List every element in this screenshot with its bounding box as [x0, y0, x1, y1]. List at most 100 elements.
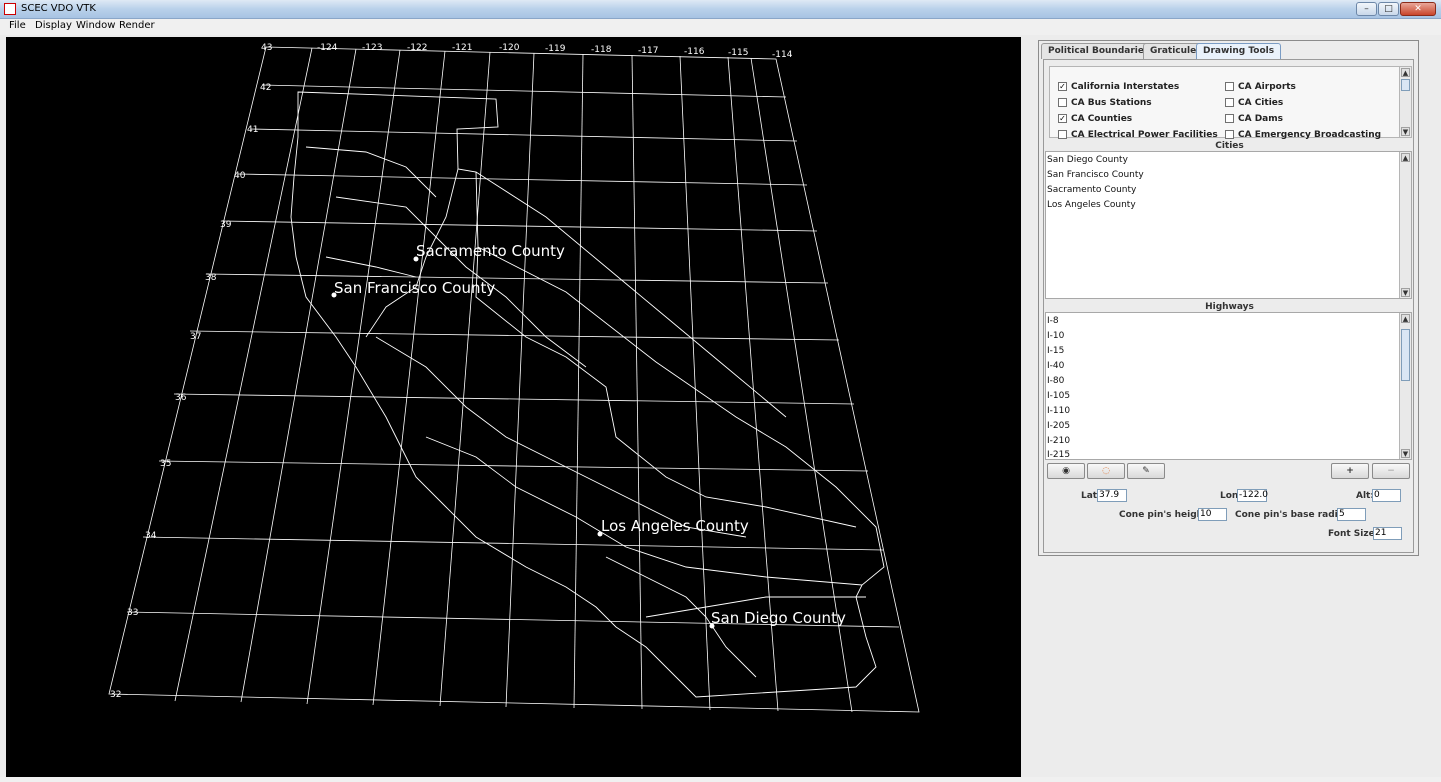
top-label--117: -117: [638, 46, 658, 56]
left-label-33: 33: [127, 608, 138, 618]
label-los-angeles-county: Los Angeles County: [601, 517, 749, 535]
checkbox[interactable]: [1058, 130, 1067, 139]
county-labels: Sacramento County San Francisco County L…: [334, 242, 846, 627]
scroll-thumb[interactable]: [1401, 79, 1410, 91]
scroll-up-icon[interactable]: ▲: [1401, 68, 1410, 77]
layer-ca-emergency-broadcasting[interactable]: CA Emergency Broadcasting: [1225, 129, 1395, 141]
font-size-input[interactable]: 21: [1373, 527, 1402, 540]
application-window: SCEC VDO VTK – □ ✕ File Display Window R…: [0, 0, 1441, 782]
scroll-up-icon[interactable]: ▲: [1401, 153, 1410, 162]
top-label--120: -120: [499, 43, 520, 53]
window-title: SCEC VDO VTK: [21, 3, 96, 14]
highways-heading: Highways: [1205, 302, 1254, 312]
tab-drawing-tools[interactable]: Drawing Tools: [1196, 43, 1282, 60]
top-label--114: -114: [772, 50, 793, 60]
list-item[interactable]: San Francisco County: [1047, 168, 1144, 183]
list-item[interactable]: I-215: [1047, 448, 1070, 459]
tools-panel: Political Boundaries Graticule Drawing T…: [1038, 40, 1419, 556]
left-label-35: 35: [160, 459, 171, 469]
menu-window[interactable]: Window: [76, 20, 115, 31]
lon-input[interactable]: -122.0: [1237, 489, 1268, 502]
left-label-38: 38: [205, 273, 217, 283]
tab-political-boundaries[interactable]: Political Boundaries: [1041, 43, 1157, 59]
menu-bar: File Display Window Render: [0, 19, 1441, 35]
list-item[interactable]: I-210: [1047, 434, 1070, 449]
checkbox[interactable]: [1225, 82, 1234, 91]
remove-button[interactable]: −: [1372, 463, 1410, 479]
layer-ca-dams[interactable]: CA Dams: [1225, 113, 1385, 125]
scroll-down-icon[interactable]: ▼: [1401, 127, 1410, 136]
label-san-diego-county: San Diego County: [711, 609, 846, 627]
list-item[interactable]: I-8: [1047, 314, 1059, 329]
scroll-thumb[interactable]: [1401, 329, 1410, 381]
highways-list: I-8 I-10 I-15 I-40 I-80 I-105 I-110 I-20…: [1045, 312, 1412, 460]
list-item[interactable]: I-40: [1047, 359, 1064, 374]
menu-render[interactable]: Render: [119, 20, 155, 31]
scroll-down-icon[interactable]: ▼: [1401, 288, 1410, 297]
layer-ca-electrical-power-facilities[interactable]: CA Electrical Power Facilities: [1058, 129, 1218, 141]
cities-heading: Cities: [1215, 141, 1244, 151]
alt-input[interactable]: 0: [1372, 489, 1401, 502]
list-item[interactable]: I-105: [1047, 389, 1070, 404]
maximize-button[interactable]: □: [1378, 2, 1399, 16]
layer-ca-counties[interactable]: ✓ CA Counties: [1058, 113, 1218, 125]
minimize-button[interactable]: –: [1356, 2, 1377, 16]
menu-file[interactable]: File: [9, 20, 26, 31]
cities-scrollbar[interactable]: ▲ ▼: [1399, 152, 1411, 298]
edit-button[interactable]: ✎: [1127, 463, 1165, 479]
top-label--122: -122: [407, 43, 427, 53]
layer-ca-bus-stations[interactable]: CA Bus Stations: [1058, 97, 1218, 109]
california-outline: [290, 91, 885, 698]
list-item[interactable]: San Diego County: [1047, 153, 1128, 168]
layer-ca-cities[interactable]: CA Cities: [1225, 97, 1385, 109]
list-item[interactable]: I-205: [1047, 419, 1070, 434]
layer-california-interstates[interactable]: ✓ California Interstates: [1058, 81, 1218, 93]
top-label--116: -116: [684, 47, 705, 57]
left-label-39: 39: [220, 220, 232, 230]
font-size-label: Font Size:: [1328, 529, 1379, 539]
layer-ca-airports[interactable]: CA Airports: [1225, 81, 1385, 93]
checkbox[interactable]: [1225, 130, 1234, 139]
highways-scrollbar[interactable]: ▲ ▼: [1399, 313, 1411, 459]
scroll-up-icon[interactable]: ▲: [1401, 314, 1410, 323]
cone-height-input[interactable]: 10: [1198, 508, 1227, 521]
add-button[interactable]: +: [1331, 463, 1369, 479]
lat-input[interactable]: 37.9: [1097, 489, 1127, 502]
map-view: 43 -124 -123 -122 -121 -120 -119 -118 -1…: [108, 43, 920, 713]
checkbox[interactable]: ✓: [1058, 114, 1067, 123]
checkbox[interactable]: [1225, 98, 1234, 107]
checkbox[interactable]: [1058, 98, 1067, 107]
checkbox[interactable]: [1225, 114, 1234, 123]
list-item[interactable]: Los Angeles County: [1047, 198, 1136, 213]
color-button[interactable]: ◌: [1087, 463, 1125, 479]
list-item[interactable]: I-110: [1047, 404, 1070, 419]
left-label-34: 34: [145, 531, 157, 541]
cone-radius-input[interactable]: 5: [1337, 508, 1366, 521]
cities-list: San Diego County San Francisco County Sa…: [1045, 151, 1412, 299]
eye-icon: ◉: [1062, 466, 1070, 476]
menu-display[interactable]: Display: [35, 20, 72, 31]
app-icon: [4, 3, 16, 15]
checkbox[interactable]: ✓: [1058, 82, 1067, 91]
scroll-down-icon[interactable]: ▼: [1401, 449, 1410, 458]
list-item[interactable]: I-15: [1047, 344, 1064, 359]
tab-graticule[interactable]: Graticule: [1143, 43, 1204, 59]
list-item[interactable]: I-10: [1047, 329, 1064, 344]
close-button[interactable]: ✕: [1400, 2, 1436, 16]
list-item[interactable]: Sacramento County: [1047, 183, 1136, 198]
top-label--118: -118: [591, 45, 612, 55]
visibility-button[interactable]: ◉: [1047, 463, 1085, 479]
label-san-francisco-county: San Francisco County: [334, 279, 495, 297]
top-label-43: 43: [261, 43, 272, 53]
top-label--121: -121: [452, 43, 472, 53]
top-label--119: -119: [545, 44, 566, 54]
layers-scrollbar[interactable]: ▲ ▼: [1399, 67, 1411, 137]
map-canvas[interactable]: 43 -124 -123 -122 -121 -120 -119 -118 -1…: [6, 37, 1021, 777]
list-item[interactable]: I-80: [1047, 374, 1064, 389]
label-sacramento-county: Sacramento County: [416, 242, 565, 260]
title-bar: SCEC VDO VTK – □ ✕: [0, 0, 1441, 19]
layers-list: ✓ California Interstates CA Airports CA …: [1049, 66, 1412, 141]
drawing-tools-content: ✓ California Interstates CA Airports CA …: [1043, 59, 1414, 553]
status-strip: [0, 777, 1441, 782]
left-label-41: 41: [247, 125, 258, 135]
